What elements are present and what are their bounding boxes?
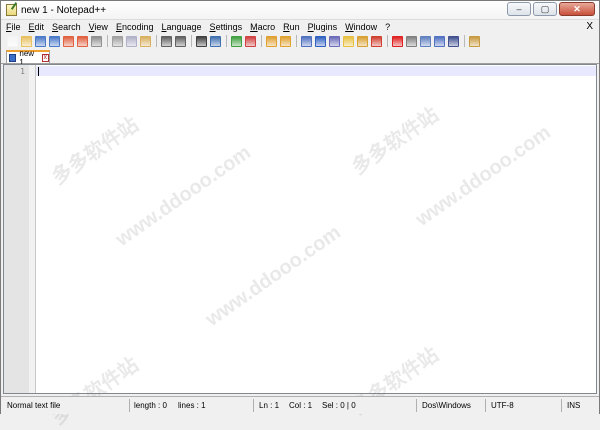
window-title: new 1 - Notepad++ [21, 5, 107, 16]
status-file-type: Normal text file [7, 401, 61, 410]
status-bar: Normal text file length : 0 lines : 1 Ln… [1, 396, 599, 414]
status-length: length : 0 [134, 401, 167, 410]
status-encoding[interactable]: UTF-8 [491, 401, 514, 410]
minimize-button[interactable]: – [507, 2, 531, 16]
redo-icon[interactable] [175, 35, 186, 47]
toolbar-separator [191, 35, 192, 47]
notepadpp-app-icon[interactable] [6, 4, 17, 16]
toolbar-separator [226, 35, 227, 47]
line-number: 1 [20, 67, 25, 76]
folder-workspace-icon[interactable] [371, 35, 382, 47]
zoom-out-icon[interactable] [245, 35, 256, 47]
fold-margin[interactable] [29, 65, 35, 393]
watermark: www.ddooo.com [111, 141, 255, 251]
status-line: Ln : 1 [259, 401, 280, 410]
toolbar [1, 34, 599, 48]
run-macro-multiple-icon[interactable] [434, 35, 445, 47]
new-file-icon[interactable] [7, 35, 18, 47]
menu-window[interactable]: Window [340, 20, 380, 34]
word-wrap-icon[interactable] [301, 35, 312, 47]
close-icon[interactable] [63, 35, 74, 47]
status-column: Col : 1 [289, 401, 313, 410]
tab-close-icon[interactable]: x [41, 53, 49, 62]
menu-settings[interactable]: Settings [205, 20, 246, 34]
save-icon[interactable] [35, 35, 46, 47]
tab-new-1[interactable]: new 1 x [6, 49, 50, 67]
toolbar-separator [261, 35, 262, 47]
show-all-chars-icon[interactable] [315, 35, 326, 47]
current-line-highlight [36, 66, 596, 76]
save-macro-icon[interactable] [448, 35, 459, 47]
title-bar[interactable]: new 1 - Notepad++ – ▢ ✕ [1, 1, 599, 20]
status-selection: Sel : 0 | 0 [322, 401, 356, 410]
saved-state-icon [9, 53, 17, 62]
status-lines: lines : 1 [178, 401, 206, 410]
menu-help[interactable]: ? [380, 20, 393, 34]
toolbar-separator [387, 35, 388, 47]
indent-guide-icon[interactable] [329, 35, 340, 47]
close-window-button[interactable]: ✕ [559, 2, 595, 16]
menu-edit[interactable]: Edit [24, 20, 48, 34]
toolbar-separator [156, 35, 157, 47]
toolbar-separator [107, 35, 108, 47]
watermark: 多多软件站 [48, 113, 143, 190]
cut-icon[interactable] [112, 35, 123, 47]
menu-file[interactable]: File [1, 20, 24, 34]
toolbar-separator [296, 35, 297, 47]
status-insert-mode[interactable]: INS [567, 401, 580, 410]
menu-language[interactable]: Language [156, 20, 204, 34]
editor-area[interactable]: 1 多多软件站 www.ddooo.com 多多软件站 www.ddooo.co… [3, 64, 597, 429]
text-caret [38, 67, 39, 76]
menu-plugins[interactable]: Plugins [303, 20, 341, 34]
menu-search[interactable]: Search [47, 20, 84, 34]
sync-horizontal-icon[interactable] [280, 35, 291, 47]
status-eol-format[interactable]: Dos\Windows [422, 401, 471, 410]
zoom-in-icon[interactable] [231, 35, 242, 47]
close-document-button[interactable]: X [586, 20, 593, 34]
notepadpp-window: new 1 - Notepad++ – ▢ ✕ File Edit Search… [0, 0, 600, 429]
sync-vertical-icon[interactable] [266, 35, 277, 47]
record-macro-icon[interactable] [392, 35, 403, 47]
watermark: 多多软件站 [48, 353, 143, 430]
toolbar-separator [464, 35, 465, 47]
maximize-button[interactable]: ▢ [533, 2, 557, 16]
paste-icon[interactable] [140, 35, 151, 47]
stop-record-icon[interactable] [406, 35, 417, 47]
menu-bar: File Edit Search View Encoding Language … [1, 20, 599, 34]
watermark: 多多软件站 [348, 103, 443, 180]
close-all-icon[interactable] [77, 35, 88, 47]
menu-encoding[interactable]: Encoding [111, 20, 157, 34]
doc-map-icon[interactable] [343, 35, 354, 47]
function-list-icon[interactable] [357, 35, 368, 47]
find-icon[interactable] [196, 35, 207, 47]
line-number-gutter: 1 [4, 65, 36, 393]
plugin-icon[interactable] [469, 35, 480, 47]
tab-bar: new 1 x [1, 49, 599, 67]
copy-icon[interactable] [126, 35, 137, 47]
watermark: www.ddooo.com [201, 221, 345, 331]
menu-macro[interactable]: Macro [245, 20, 278, 34]
watermark: www.ddooo.com [411, 121, 555, 231]
replace-icon[interactable] [210, 35, 221, 47]
undo-icon[interactable] [161, 35, 172, 47]
save-all-icon[interactable] [49, 35, 60, 47]
play-macro-icon[interactable] [420, 35, 431, 47]
menu-view[interactable]: View [84, 20, 111, 34]
open-file-icon[interactable] [21, 35, 32, 47]
print-icon[interactable] [91, 35, 102, 47]
menu-run[interactable]: Run [278, 20, 303, 34]
